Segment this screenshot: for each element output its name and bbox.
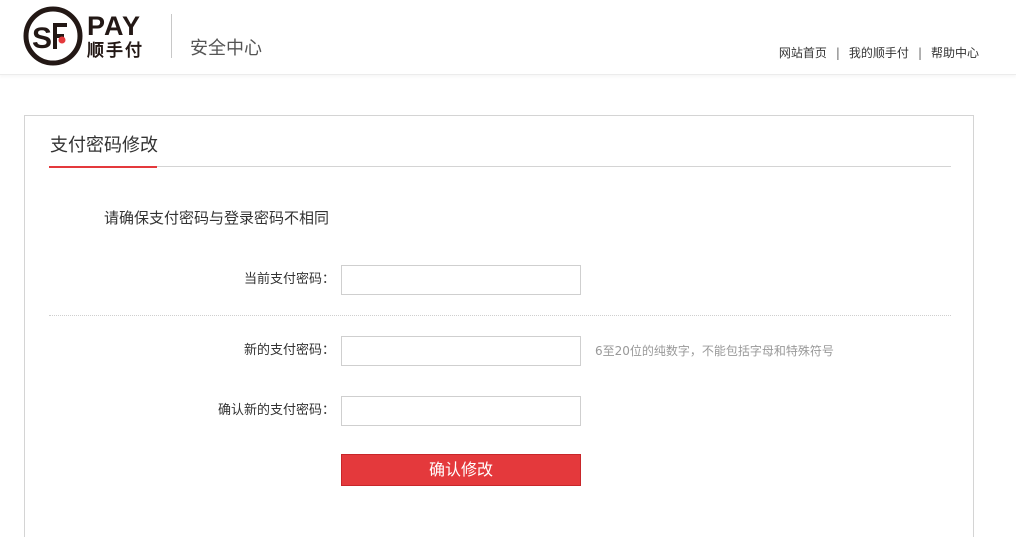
sf-logo-icon: S — [23, 6, 83, 66]
header-divider — [171, 14, 172, 58]
site-header: S PAY 顺手付 安全中心 网站首页 | 我的顺手付 | 帮助中心 — [0, 0, 1016, 75]
page-section-title: 安全中心 — [190, 38, 262, 59]
panel-header: 支付密码修改 — [49, 134, 951, 168]
confirm-password-input[interactable] — [341, 396, 581, 426]
confirm-password-row: 确认新的支付密码： — [25, 396, 973, 426]
svg-text:S: S — [32, 22, 52, 55]
panel-title-underline — [49, 166, 157, 168]
nav-separator: | — [917, 46, 922, 60]
new-password-row: 新的支付密码： 6至20位的纯数字，不能包括字母和特殊符号 — [25, 336, 973, 366]
confirm-password-label: 确认新的支付密码： — [217, 403, 335, 418]
nav-link-my-account[interactable]: 我的顺手付 — [849, 45, 909, 61]
new-password-label: 新的支付密码： — [243, 343, 335, 358]
password-change-panel: 支付密码修改 请确保支付密码与登录密码不相同 当前支付密码： 新的支付密码： 6… — [24, 115, 974, 537]
nav-link-help[interactable]: 帮助中心 — [931, 45, 979, 61]
logo-text-pay: PAY — [87, 11, 142, 41]
new-password-hint: 6至20位的纯数字，不能包括字母和特殊符号 — [595, 344, 834, 358]
panel-title: 支付密码修改 — [50, 135, 158, 156]
form-divider — [49, 315, 951, 316]
security-notice: 请确保支付密码与登录密码不相同 — [104, 209, 330, 227]
sf-pay-logo[interactable]: S PAY 顺手付 — [23, 6, 151, 68]
top-nav: 网站首页 | 我的顺手付 | 帮助中心 — [779, 45, 979, 61]
current-password-input[interactable] — [341, 265, 581, 295]
nav-separator: | — [835, 46, 840, 60]
logo-text-cn: 顺手付 — [87, 41, 144, 61]
confirm-change-button[interactable]: 确认修改 — [341, 454, 581, 486]
nav-link-home[interactable]: 网站首页 — [779, 45, 827, 61]
new-password-input[interactable] — [341, 336, 581, 366]
current-password-row: 当前支付密码： — [25, 265, 973, 295]
current-password-label: 当前支付密码： — [243, 272, 335, 287]
